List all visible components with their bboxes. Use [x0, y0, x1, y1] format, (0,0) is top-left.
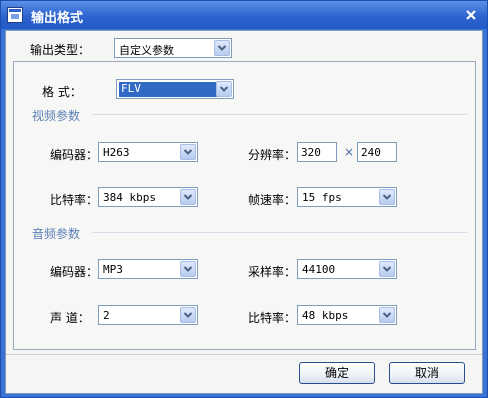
- resolution-label: 分辨率：: [248, 148, 297, 162]
- audio-section-divider: [92, 232, 467, 233]
- audio-encoder-value: MP3: [103, 263, 123, 276]
- ok-button[interactable]: 确定: [299, 362, 375, 384]
- channels-select[interactable]: 2: [98, 305, 198, 325]
- audio-encoder-label: 编码器：: [50, 265, 99, 279]
- video-bitrate-select[interactable]: 384 kbps: [98, 187, 198, 207]
- samplerate-value: 44100: [302, 263, 336, 276]
- resolution-separator: ×: [344, 145, 355, 159]
- video-bitrate-value: 384 kbps: [103, 191, 156, 204]
- framerate-select[interactable]: 15 fps: [297, 187, 397, 207]
- chevron-down-icon[interactable]: [180, 307, 196, 323]
- audio-bitrate-label: 比特率：: [248, 311, 297, 325]
- framerate-value: 15 fps: [302, 191, 342, 204]
- window-title: 输出格式: [31, 11, 84, 26]
- resolution-height-value: 240: [361, 146, 381, 159]
- settings-group: 格 式： FLV 视频参数 编码器： H263 分辨率： 320 × 240 比…: [13, 61, 476, 350]
- chevron-down-icon[interactable]: [214, 40, 230, 56]
- output-type-label: 输出类型：: [30, 43, 91, 57]
- video-bitrate-label: 比特率：: [50, 193, 99, 207]
- format-value: FLV: [119, 82, 217, 97]
- chevron-down-icon[interactable]: [180, 261, 196, 277]
- video-section-title: 视频参数: [32, 109, 81, 123]
- footer-divider: [6, 354, 482, 355]
- dialog-body: 输出类型： 自定义参数 格 式： FLV 视频参数 编码器： H263 分辨率：…: [5, 30, 483, 394]
- title-bar[interactable]: 输出格式: [1, 1, 487, 29]
- output-type-value: 自定义参数: [119, 44, 174, 57]
- audio-bitrate-select[interactable]: 48 kbps: [297, 305, 397, 325]
- cancel-button[interactable]: 取消: [389, 362, 465, 384]
- chevron-down-icon[interactable]: [379, 189, 395, 205]
- video-encoder-select[interactable]: H263: [98, 142, 198, 162]
- chevron-down-icon[interactable]: [379, 261, 395, 277]
- chevron-down-icon[interactable]: [180, 189, 196, 205]
- resolution-width-value: 320: [301, 146, 321, 159]
- format-label: 格 式：: [42, 85, 82, 99]
- resolution-width-input[interactable]: 320: [297, 142, 337, 162]
- video-encoder-value: H263: [103, 146, 130, 159]
- dialog-window: 输出格式 输出类型： 自定义参数 格 式： FLV 视频参数 编码器： H263…: [0, 0, 488, 398]
- channels-value: 2: [103, 309, 110, 322]
- samplerate-label: 采样率：: [248, 265, 297, 279]
- chevron-down-icon[interactable]: [216, 81, 232, 97]
- app-window-icon: [7, 7, 23, 23]
- chevron-down-icon[interactable]: [379, 307, 395, 323]
- samplerate-select[interactable]: 44100: [297, 259, 397, 279]
- chevron-down-icon[interactable]: [180, 144, 196, 160]
- format-select[interactable]: FLV: [116, 79, 234, 99]
- resolution-height-input[interactable]: 240: [357, 142, 397, 162]
- close-icon[interactable]: [463, 7, 479, 23]
- channels-label: 声 道：: [50, 311, 90, 325]
- audio-encoder-select[interactable]: MP3: [98, 259, 198, 279]
- output-type-select[interactable]: 自定义参数: [114, 38, 232, 58]
- audio-section-title: 音频参数: [32, 227, 81, 241]
- video-encoder-label: 编码器：: [50, 148, 99, 162]
- audio-bitrate-value: 48 kbps: [302, 309, 349, 322]
- framerate-label: 帧速率：: [248, 193, 297, 207]
- video-section-divider: [92, 114, 467, 115]
